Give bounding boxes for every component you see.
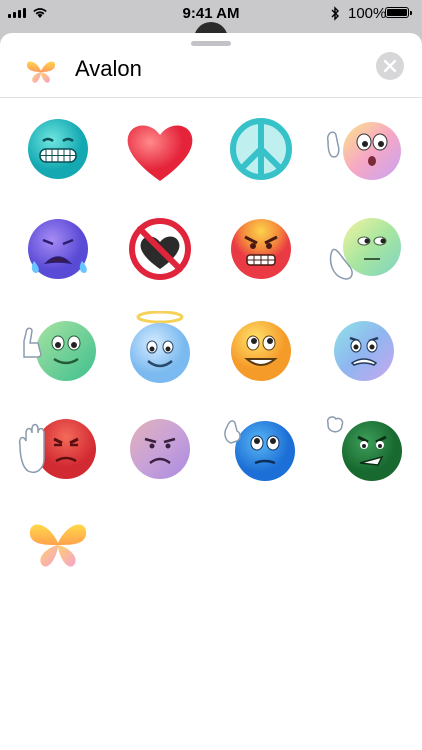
red-heart-sticker[interactable]	[112, 111, 208, 191]
thumbs-up-green-face-sticker[interactable]	[10, 311, 106, 391]
sticker-sheet: Avalon	[0, 33, 422, 750]
butterfly-icon	[26, 61, 56, 83]
stop-hand-red-face-sticker[interactable]	[10, 409, 106, 489]
butterfly-sticker[interactable]	[10, 505, 106, 585]
thinking-blue-face-sticker[interactable]	[213, 409, 309, 489]
angry-orange-face-sticker[interactable]	[213, 211, 309, 291]
waving-surprised-face-sticker[interactable]	[316, 111, 412, 191]
sheet-title: Avalon	[75, 56, 142, 81]
no-broken-heart-sticker[interactable]	[112, 211, 208, 291]
fist-angry-green-face-sticker[interactable]	[316, 409, 412, 489]
bluetooth-icon	[331, 6, 339, 21]
close-icon	[383, 59, 397, 73]
sheet-header: Avalon	[0, 47, 422, 98]
smiling-yellow-face-sticker[interactable]	[213, 311, 309, 391]
crying-purple-face-sticker[interactable]	[10, 211, 106, 291]
worried-blue-face-sticker[interactable]	[316, 311, 412, 391]
angel-blue-face-sticker[interactable]	[112, 311, 208, 391]
close-button[interactable]	[376, 52, 404, 80]
battery-icon	[385, 7, 412, 18]
battery-percentage: 100%	[348, 5, 387, 22]
grinning-teal-face-sticker[interactable]	[10, 111, 106, 191]
face-palm-green-sticker[interactable]	[316, 211, 412, 291]
frowning-pink-face-sticker[interactable]	[112, 409, 208, 489]
peace-sign-sticker[interactable]	[213, 111, 309, 191]
sheet-grabber[interactable]	[191, 41, 231, 46]
